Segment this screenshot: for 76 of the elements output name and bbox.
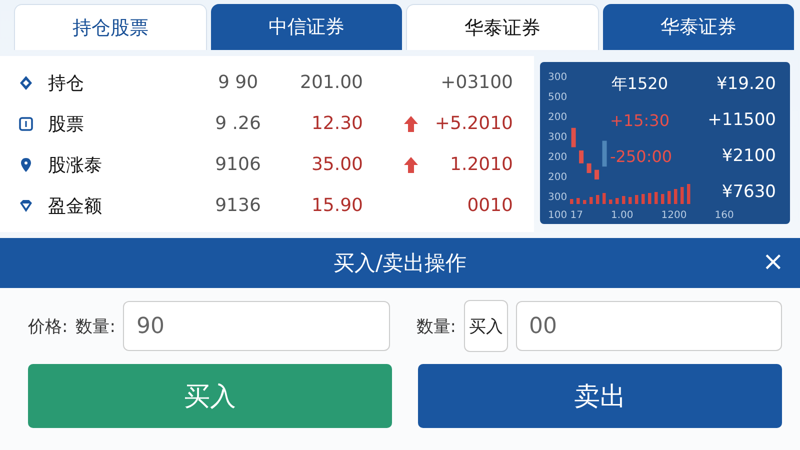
axis-label: 200 bbox=[548, 152, 568, 163]
chart-value: 年1520 bbox=[611, 74, 668, 92]
quantity-label: 数量: bbox=[416, 316, 456, 338]
quantity-field[interactable]: 90 bbox=[123, 301, 390, 351]
axis-label: 500 bbox=[548, 92, 568, 103]
change-cell-text: 1.2010 bbox=[449, 154, 513, 175]
axis-label: 300 bbox=[548, 192, 568, 203]
volume-bar bbox=[596, 195, 600, 204]
info-icon bbox=[18, 116, 34, 132]
volume-bar bbox=[570, 199, 574, 204]
volume-bar bbox=[674, 189, 678, 204]
change-cell-text: +03100 bbox=[440, 72, 513, 93]
buy-button[interactable]: 买入 bbox=[28, 364, 392, 428]
tab[interactable]: 华泰证券 bbox=[603, 4, 794, 50]
volume-bar bbox=[654, 192, 658, 204]
tab[interactable]: 中信证券 bbox=[211, 4, 402, 50]
candle bbox=[586, 163, 592, 174]
candle bbox=[602, 140, 607, 167]
volume-bar bbox=[628, 197, 632, 204]
chart-value: ¥19.20 bbox=[716, 74, 776, 94]
chart-value: ¥7630 bbox=[722, 182, 776, 202]
gem-icon bbox=[18, 198, 34, 214]
table-cell-text: 9136 bbox=[214, 195, 262, 216]
volume-bar bbox=[680, 187, 684, 204]
stock-name: 持仓 bbox=[48, 72, 85, 94]
dialog-title: 买入/卖出操作 bbox=[333, 250, 467, 277]
quantity-label: 数量: bbox=[76, 316, 116, 338]
tab[interactable]: 持仓股票 bbox=[14, 4, 207, 50]
axis-label: 300 bbox=[548, 132, 568, 143]
table-cell-text: 9 90 bbox=[216, 72, 260, 93]
axis-label: 1200 bbox=[661, 210, 687, 221]
buy-mode-button[interactable]: 买入 bbox=[464, 300, 508, 352]
candle bbox=[594, 170, 600, 180]
chart-value: +15:30 bbox=[610, 110, 670, 130]
amount-field[interactable]: 00 bbox=[516, 301, 782, 351]
chart-value: +11500 bbox=[708, 110, 776, 130]
price-label: 价格: bbox=[28, 316, 68, 338]
tab[interactable]: 华泰证券 bbox=[406, 4, 599, 50]
volume-bar bbox=[609, 200, 612, 204]
volume-bar bbox=[661, 194, 664, 204]
axis-label: 200 bbox=[548, 112, 568, 123]
chart-value: -250:00 bbox=[610, 146, 672, 166]
volume-bar bbox=[642, 194, 645, 204]
volume-bar bbox=[622, 196, 626, 204]
volume-bar bbox=[583, 200, 586, 204]
price-cell-text: 12.30 bbox=[310, 113, 363, 134]
table-cell-text: 9106 bbox=[214, 154, 262, 175]
sell-button[interactable]: 卖出 bbox=[418, 364, 782, 428]
volume-bar bbox=[635, 195, 638, 204]
volume-bar bbox=[602, 193, 606, 204]
axis-label: 200 bbox=[548, 172, 568, 183]
volume-bar bbox=[590, 197, 593, 204]
axis-label: 300 bbox=[548, 72, 568, 83]
stock-name: 盈金额 bbox=[48, 194, 103, 218]
axis-label: 1.00 bbox=[611, 210, 634, 221]
change-cell-text: +5.2010 bbox=[434, 113, 513, 134]
stock-name: 股涨泰 bbox=[48, 154, 103, 176]
price-cell-text: 201.00 bbox=[299, 72, 363, 93]
diamond-icon bbox=[18, 74, 34, 90]
stock-name: 股票 bbox=[48, 112, 85, 136]
axis-label: 160 bbox=[714, 210, 734, 221]
axis-label: 100 17 bbox=[548, 210, 583, 221]
chart-value: ¥2100 bbox=[722, 146, 776, 166]
location-pin-icon bbox=[18, 156, 34, 172]
price-cell-text: 35.00 bbox=[310, 154, 363, 175]
volume-bar bbox=[687, 184, 690, 204]
candle bbox=[571, 128, 576, 148]
price-cell-text: 15.90 bbox=[310, 195, 363, 216]
volume-bar bbox=[668, 191, 671, 204]
volume-bar bbox=[616, 198, 619, 204]
volume-bar bbox=[576, 198, 580, 204]
table-cell-text: 9 .26 bbox=[214, 113, 262, 134]
volume-bar bbox=[648, 193, 652, 204]
candle bbox=[579, 150, 584, 164]
close-button[interactable]: × bbox=[762, 248, 784, 276]
change-cell-text: 0010 bbox=[466, 195, 513, 216]
